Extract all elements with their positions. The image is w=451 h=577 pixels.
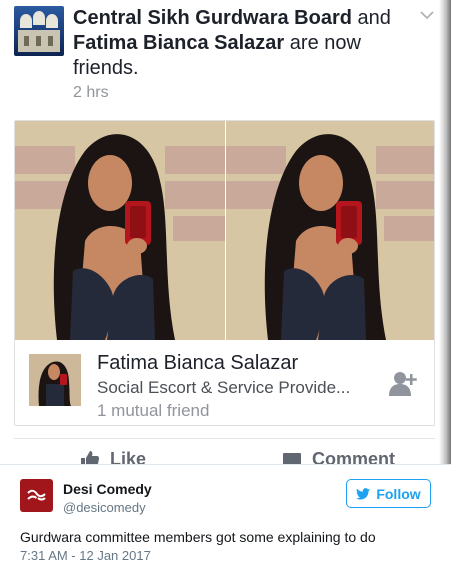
desi-comedy-logo[interactable] [20, 479, 53, 512]
follow-label: Follow [376, 485, 421, 502]
tweet-timestamp[interactable]: 7:31 AM - 12 Jan 2017 [20, 548, 151, 563]
profile-photo[interactable] [226, 121, 434, 340]
cover-photos [15, 121, 434, 340]
window-shape [48, 36, 53, 46]
profile-subtitle: Social Escort & Service Provide... [97, 378, 351, 397]
window-shape [24, 36, 29, 46]
facebook-screenshot: Central Sikh Gurdwara Board and Fatima B… [0, 0, 451, 468]
gurdwara-building-avatar[interactable] [14, 6, 64, 56]
connector-text: and [357, 7, 391, 29]
profile-thumbnail[interactable] [29, 354, 81, 406]
window-shape [36, 36, 41, 46]
action-divider [14, 438, 435, 439]
desi-comedy-logo-mark [27, 489, 46, 501]
dome-shape [20, 14, 32, 28]
add-friend-icon[interactable] [389, 370, 419, 396]
friend-name-link[interactable]: Fatima Bianca Salazar [73, 32, 284, 54]
chevron-down-icon[interactable] [418, 8, 436, 22]
story-headline: Central Sikh Gurdwara Board and Fatima B… [73, 6, 403, 81]
selfie-photo-image [226, 121, 434, 340]
dome-shape [33, 11, 45, 25]
tweet-handle[interactable]: @desicomedy [63, 500, 146, 515]
mutual-friends[interactable]: 1 mutual friend [97, 401, 209, 421]
selfie-photo-image [15, 121, 225, 340]
follow-button[interactable]: Follow [346, 479, 431, 508]
tweet-card: Desi Comedy @desicomedy Follow Gurdwara … [0, 464, 451, 577]
profile-card[interactable]: Fatima Bianca Salazar Social Escort & Se… [14, 120, 435, 426]
photo-edge-shadow [439, 0, 451, 468]
profile-photo[interactable] [15, 121, 225, 340]
actor-page-link[interactable]: Central Sikh Gurdwara Board [73, 7, 352, 29]
tweet-text: Gurdwara committee members got some expl… [20, 529, 376, 545]
profile-info-row[interactable]: Fatima Bianca Salazar Social Escort & Se… [15, 340, 434, 425]
profile-name[interactable]: Fatima Bianca Salazar [97, 352, 298, 375]
tweet-display-name[interactable]: Desi Comedy [63, 481, 152, 497]
story-timestamp[interactable]: 2 hrs [73, 84, 109, 102]
thumbnail-image [29, 354, 81, 406]
dome-shape [46, 14, 58, 28]
twitter-bird-icon [356, 487, 371, 500]
